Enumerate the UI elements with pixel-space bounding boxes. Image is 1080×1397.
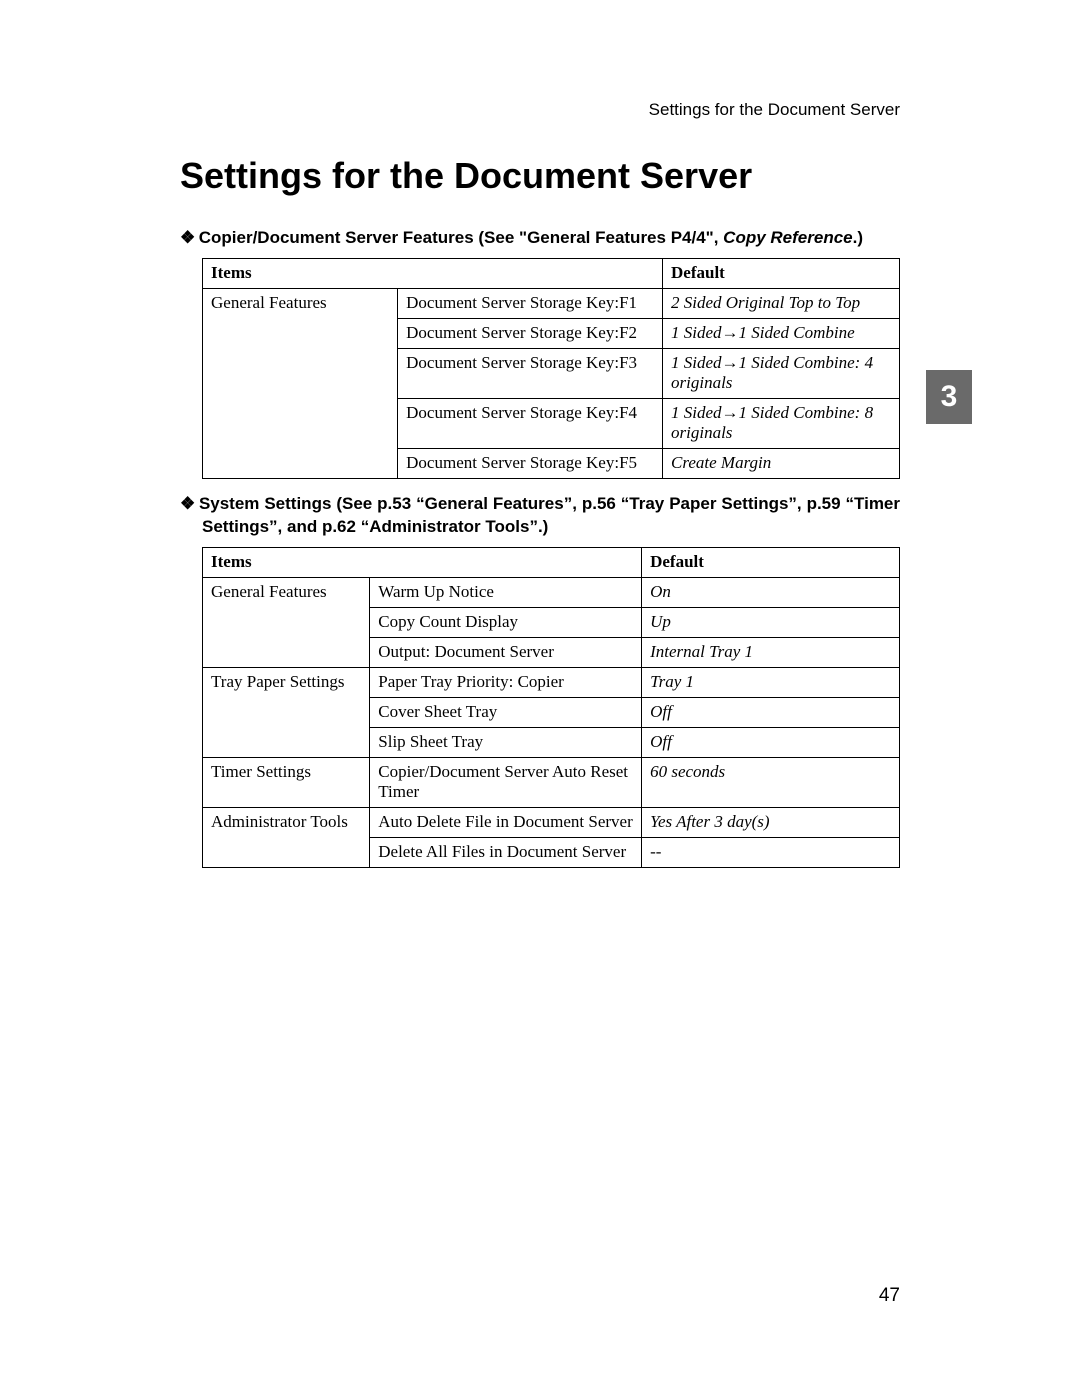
cell-default: On	[642, 577, 900, 607]
cell-default: Yes After 3 day(s)	[642, 807, 900, 837]
cell-sub: Document Server Storage Key:F4	[398, 398, 663, 448]
section1-heading-tail: .)	[853, 228, 863, 247]
section1-heading-text: Copier/Document Server Features (See "Ge…	[199, 228, 723, 247]
page-number: 47	[879, 1285, 900, 1307]
col-default-header: Default	[663, 258, 900, 288]
cell-category: Timer Settings	[203, 757, 370, 807]
cell-sub: Document Server Storage Key:F5	[398, 448, 663, 478]
section2-heading: ❖ System Settings (See p.53 “General Fea…	[202, 493, 900, 539]
cell-sub: Warm Up Notice	[370, 577, 642, 607]
cell-default: 1 Sided→1 Sided Combine	[663, 318, 900, 348]
table-header-row: Items Default	[203, 547, 900, 577]
table-copier-features: Items Default General Features Document …	[202, 258, 900, 479]
cell-sub: Output: Document Server	[370, 637, 642, 667]
cell-default: Up	[642, 607, 900, 637]
cell-sub: Slip Sheet Tray	[370, 727, 642, 757]
cell-sub: Auto Delete File in Document Server	[370, 807, 642, 837]
cell-default: 1 Sided→1 Sided Combine: 8 originals	[663, 398, 900, 448]
cell-default: --	[642, 837, 900, 867]
table1-wrap: Items Default General Features Document …	[202, 258, 900, 479]
cell-category: General Features	[203, 288, 398, 478]
table-row: Administrator Tools Auto Delete File in …	[203, 807, 900, 837]
cell-sub: Copy Count Display	[370, 607, 642, 637]
page-title: Settings for the Document Server	[180, 155, 900, 197]
table-row: General Features Warm Up Notice On	[203, 577, 900, 607]
diamond-icon: ❖	[180, 227, 194, 250]
cell-sub: Paper Tray Priority: Copier	[370, 667, 642, 697]
section2-heading-text: System Settings (See p.53 “General Featu…	[199, 494, 900, 536]
col-items-header: Items	[203, 258, 663, 288]
section1-heading: ❖ Copier/Document Server Features (See "…	[202, 227, 900, 250]
table-row: General Features Document Server Storage…	[203, 288, 900, 318]
cell-default: 2 Sided Original Top to Top	[663, 288, 900, 318]
cell-category: General Features	[203, 577, 370, 667]
cell-default: Off	[642, 727, 900, 757]
cell-category: Tray Paper Settings	[203, 667, 370, 757]
cell-sub: Document Server Storage Key:F1	[398, 288, 663, 318]
cell-sub: Copier/Document Server Auto Reset Timer	[370, 757, 642, 807]
cell-sub: Delete All Files in Document Server	[370, 837, 642, 867]
table-header-row: Items Default	[203, 258, 900, 288]
table-row: Tray Paper Settings Paper Tray Priority:…	[203, 667, 900, 697]
col-items-header: Items	[203, 547, 642, 577]
col-default-header: Default	[642, 547, 900, 577]
cell-default: Create Margin	[663, 448, 900, 478]
cell-sub: Document Server Storage Key:F2	[398, 318, 663, 348]
table-row: Timer Settings Copier/Document Server Au…	[203, 757, 900, 807]
running-header: Settings for the Document Server	[180, 100, 900, 120]
table-system-settings: Items Default General Features Warm Up N…	[202, 547, 900, 868]
section1-heading-italic: Copy Reference	[723, 228, 852, 247]
cell-default: 1 Sided→1 Sided Combine: 4 originals	[663, 348, 900, 398]
diamond-icon: ❖	[180, 493, 194, 516]
document-page: Settings for the Document Server Setting…	[0, 0, 1080, 1397]
cell-default: 60 seconds	[642, 757, 900, 807]
table2-wrap: Items Default General Features Warm Up N…	[202, 547, 900, 868]
cell-sub: Cover Sheet Tray	[370, 697, 642, 727]
cell-sub: Document Server Storage Key:F3	[398, 348, 663, 398]
cell-category: Administrator Tools	[203, 807, 370, 867]
cell-default: Internal Tray 1	[642, 637, 900, 667]
cell-default: Tray 1	[642, 667, 900, 697]
chapter-tab: 3	[926, 370, 972, 424]
cell-default: Off	[642, 697, 900, 727]
